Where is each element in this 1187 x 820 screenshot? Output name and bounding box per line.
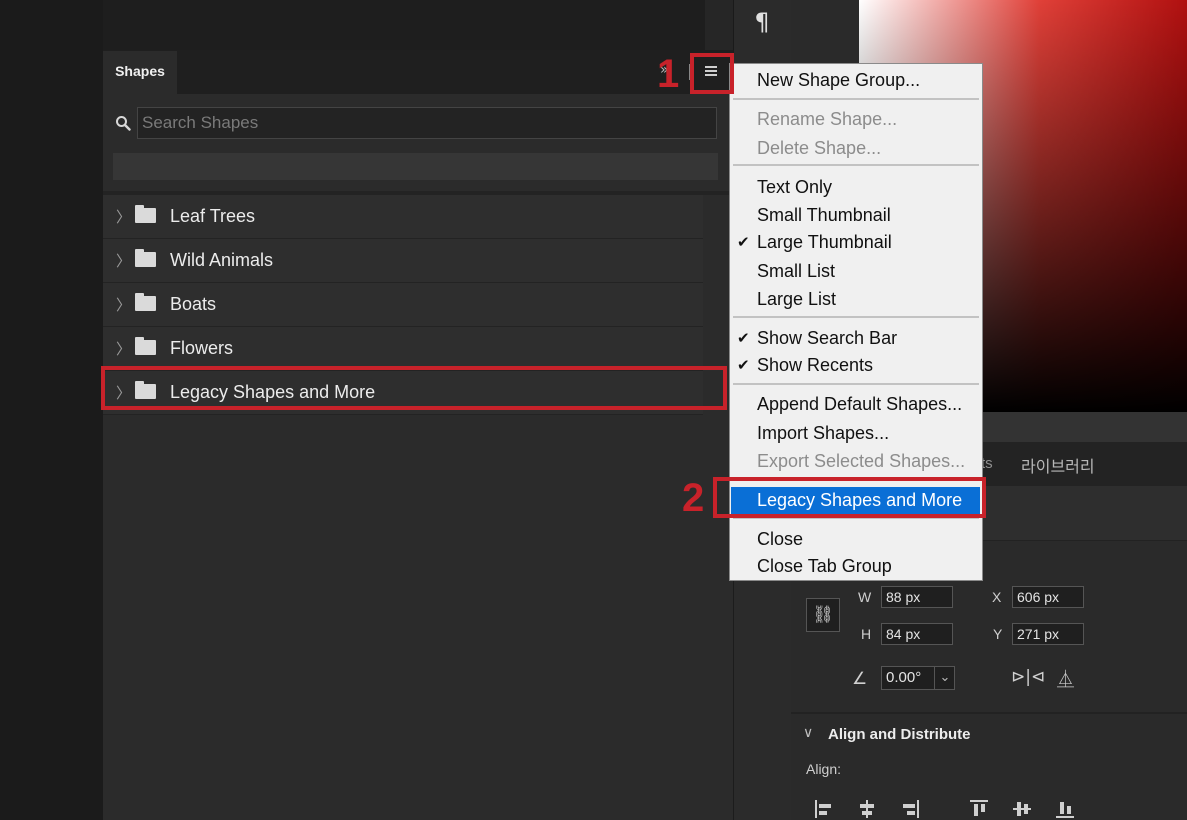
menu-separator	[733, 98, 979, 100]
menu-item-label: Small List	[757, 261, 836, 281]
tab-libraries[interactable]: 라이브러리	[1021, 453, 1095, 477]
menu-append-default-shapes[interactable]: Append Default Shapes...	[730, 391, 982, 418]
paragraph-icon[interactable]: ¶	[740, 2, 784, 42]
menu-item-label: Append Default Shapes...	[757, 394, 963, 414]
menu-export-selected-shapes: Export Selected Shapes...	[730, 448, 982, 475]
menu-rename-shape: Rename Shape...	[730, 106, 982, 133]
menu-small-list[interactable]: Small List	[730, 258, 982, 285]
highlight-menu-button	[690, 53, 734, 94]
align-vertical-center-icon[interactable]	[1011, 798, 1033, 820]
menu-item-label: New Shape Group...	[757, 70, 921, 90]
folder-icon	[135, 337, 156, 355]
shape-group-wild-animals[interactable]: 〉 Wild Animals	[103, 239, 703, 283]
menu-text-only[interactable]: Text Only	[730, 174, 982, 201]
shape-group-label: Wild Animals	[170, 250, 274, 270]
menu-show-recents[interactable]: ✔ Show Recents	[730, 352, 982, 379]
menu-item-label: Rename Shape...	[757, 109, 898, 129]
menu-large-list[interactable]: Large List	[730, 286, 982, 313]
chevron-right-icon[interactable]: 〉	[116, 206, 131, 227]
chevron-right-icon[interactable]: 〉	[116, 294, 131, 315]
menu-close-tab-group[interactable]: Close Tab Group	[730, 553, 982, 580]
menu-small-thumbnail[interactable]: Small Thumbnail	[730, 202, 982, 229]
x-field[interactable]: 606 px	[1012, 586, 1084, 608]
menu-item-label: Close Tab Group	[757, 556, 892, 576]
chevron-right-icon[interactable]: 〉	[116, 338, 131, 359]
y-label: Y	[993, 626, 1003, 642]
menu-item-label: Close	[757, 529, 804, 549]
menu-show-search-bar[interactable]: ✔ Show Search Bar	[730, 325, 982, 352]
menu-item-label: Small Thumbnail	[757, 205, 891, 225]
shape-group-label: Boats	[170, 294, 217, 314]
workspace-background-top	[103, 0, 733, 50]
checkmark-icon: ✔	[737, 233, 750, 251]
folder-icon	[135, 293, 156, 311]
height-field[interactable]: 84 px	[881, 623, 953, 645]
menu-item-label: Large List	[757, 289, 837, 309]
menu-delete-shape: Delete Shape...	[730, 135, 982, 162]
flip-horizontal-icon[interactable]: ⊳|⊲	[1011, 667, 1045, 687]
align-top-icon[interactable]	[968, 798, 990, 820]
menu-item-label: Export Selected Shapes...	[757, 451, 966, 471]
menu-item-label: Text Only	[757, 177, 833, 197]
shapes-panel: Shapes » 〉 Leaf Trees 〉 Wild Animals 〉 B…	[103, 50, 734, 820]
tab-shapes[interactable]: Shapes	[103, 51, 177, 94]
menu-separator	[733, 316, 979, 318]
menu-new-shape-group[interactable]: New Shape Group...	[730, 67, 982, 94]
height-label: H	[861, 626, 872, 642]
recents-bar	[113, 153, 718, 180]
chevron-down-icon[interactable]: ⌄	[934, 667, 955, 689]
folder-icon	[135, 249, 156, 267]
section-divider	[791, 712, 1187, 714]
chevron-down-icon[interactable]: ∨	[803, 725, 813, 741]
x-label: X	[992, 589, 1002, 605]
checkmark-icon: ✔	[737, 356, 750, 374]
align-distribute-title[interactable]: Align and Distribute	[828, 726, 971, 743]
align-horizontal-center-icon[interactable]	[856, 798, 878, 820]
align-label: Align:	[806, 761, 842, 777]
search-input[interactable]	[137, 107, 717, 139]
menu-item-label: Large Thumbnail	[757, 232, 892, 252]
menu-close[interactable]: Close	[730, 526, 982, 553]
menu-item-label: Import Shapes...	[757, 423, 890, 443]
align-bottom-icon[interactable]	[1054, 798, 1076, 820]
checkmark-icon: ✔	[737, 329, 750, 347]
menu-separator	[733, 164, 979, 166]
menu-item-label: Delete Shape...	[757, 138, 882, 158]
angle-value[interactable]: 0.00°	[886, 669, 921, 686]
step-number-1: 1	[657, 52, 680, 96]
shape-group-leaf-trees[interactable]: 〉 Leaf Trees	[103, 195, 703, 239]
link-dimensions-button[interactable]: ⛓	[806, 598, 840, 632]
flip-vertical-icon[interactable]: ⏅	[1057, 665, 1074, 690]
menu-item-label: Show Recents	[757, 355, 874, 375]
panel-tab-bar	[103, 50, 733, 94]
shape-group-label: Leaf Trees	[170, 206, 256, 226]
menu-large-thumbnail[interactable]: ✔ Large Thumbnail	[730, 229, 982, 256]
align-left-icon[interactable]	[813, 798, 835, 820]
width-label: W	[858, 589, 872, 605]
folder-icon	[135, 205, 156, 223]
highlight-legacy-row	[101, 366, 727, 410]
step-number-2: 2	[682, 476, 705, 520]
menu-item-label: Show Search Bar	[757, 328, 898, 348]
shape-group-boats[interactable]: 〉 Boats	[103, 283, 703, 327]
y-field[interactable]: 271 px	[1012, 623, 1084, 645]
workspace-background	[0, 0, 103, 820]
align-right-icon[interactable]	[899, 798, 921, 820]
menu-import-shapes[interactable]: Import Shapes...	[730, 420, 982, 447]
shape-group-flowers[interactable]: 〉 Flowers	[103, 327, 703, 371]
search-icon	[116, 116, 131, 131]
width-field[interactable]: 88 px	[881, 586, 953, 608]
shape-group-label: Flowers	[170, 338, 234, 358]
chevron-right-icon[interactable]: 〉	[116, 250, 131, 271]
highlight-legacy-menu-item	[713, 477, 986, 518]
menu-separator	[733, 383, 979, 385]
angle-icon: ∠	[852, 669, 868, 689]
angle-field[interactable]: 0.00° ⌄	[881, 666, 955, 690]
